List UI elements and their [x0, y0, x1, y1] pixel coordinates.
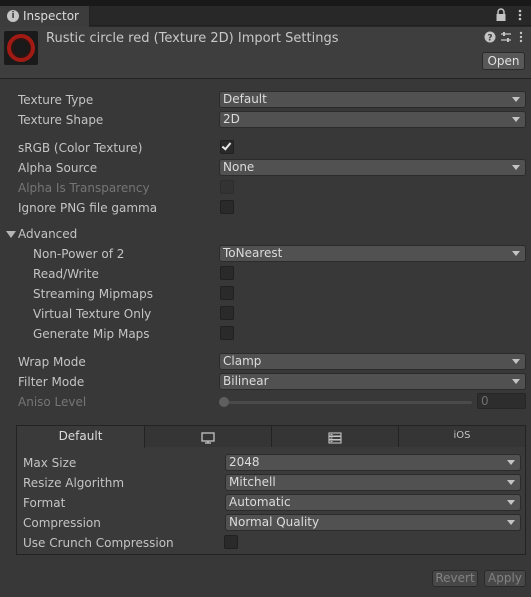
format-label: Format: [23, 496, 66, 510]
texture-shape-value: 2D: [223, 112, 240, 126]
chevron-down-icon: [512, 117, 520, 122]
chevron-down-icon: [512, 251, 520, 256]
texture-type-dropdown[interactable]: Default: [219, 91, 526, 108]
alpha-transparency-checkbox: [220, 180, 234, 194]
alpha-source-value: None: [223, 160, 255, 174]
tab-server[interactable]: [272, 426, 399, 447]
tab-default-label: Default: [58, 429, 103, 443]
texture-type-label: Texture Type: [18, 93, 94, 107]
checkmark-icon: [221, 140, 232, 151]
tab-title: Inspector: [23, 9, 79, 23]
non-power-of-2-value: ToNearest: [223, 246, 283, 260]
use-crunch-checkbox[interactable]: [224, 535, 238, 549]
platform-tab-bar: Default iOS: [17, 426, 525, 448]
aniso-level-slider-thumb: [219, 397, 229, 407]
resize-algorithm-dropdown[interactable]: Mitchell: [225, 474, 521, 491]
format-value: Automatic: [229, 495, 291, 509]
ignore-png-gamma-checkbox[interactable]: [220, 200, 234, 214]
chevron-down-icon: [512, 359, 520, 364]
aniso-level-slider-track: [224, 401, 472, 404]
kebab-menu-icon[interactable]: [515, 31, 527, 43]
compression-label: Compression: [23, 516, 101, 530]
max-size-label: Max Size: [23, 456, 77, 470]
tab-standalone[interactable]: [145, 426, 272, 447]
generate-mip-maps-label: Generate Mip Maps: [33, 327, 150, 341]
chevron-down-icon: [512, 97, 520, 102]
texture-thumbnail: [4, 31, 38, 65]
advanced-foldout-label[interactable]: Advanced: [18, 227, 77, 241]
ignore-png-gamma-label: Ignore PNG file gamma: [18, 201, 158, 215]
virtual-texture-label: Virtual Texture Only: [33, 307, 152, 321]
srgb-label: sRGB (Color Texture): [18, 141, 143, 155]
apply-button[interactable]: Apply: [484, 570, 526, 587]
virtual-texture-checkbox[interactable]: [220, 306, 234, 320]
alpha-source-dropdown[interactable]: None: [219, 159, 526, 176]
chevron-down-icon: [507, 500, 515, 505]
max-size-dropdown[interactable]: 2048: [225, 454, 521, 471]
format-dropdown[interactable]: Automatic: [225, 494, 521, 511]
monitor-icon: [201, 430, 215, 450]
chevron-down-icon: [512, 379, 520, 384]
sliders-icon[interactable]: [500, 31, 512, 43]
tab-default[interactable]: Default: [17, 426, 145, 448]
compression-value: Normal Quality: [229, 515, 320, 529]
texture-shape-label: Texture Shape: [18, 113, 104, 127]
revert-button[interactable]: Revert: [432, 570, 478, 587]
use-crunch-label: Use Crunch Compression: [23, 536, 174, 550]
tab-inspector[interactable]: i Inspector: [0, 6, 90, 27]
resize-algorithm-value: Mitchell: [229, 475, 276, 489]
open-button[interactable]: Open: [482, 52, 525, 70]
read-write-checkbox[interactable]: [220, 266, 234, 280]
wrap-mode-dropdown[interactable]: Clamp: [219, 353, 526, 370]
texture-shape-dropdown[interactable]: 2D: [219, 111, 526, 128]
non-power-of-2-dropdown[interactable]: ToNearest: [219, 245, 526, 262]
aniso-level-field: 0: [477, 393, 526, 409]
chevron-down-icon: [507, 480, 515, 485]
srgb-checkbox[interactable]: [220, 140, 234, 154]
tab-ios-label: iOS: [453, 430, 471, 441]
generate-mip-maps-checkbox[interactable]: [220, 326, 234, 340]
chevron-down-icon: [512, 165, 520, 170]
alpha-transparency-label: Alpha Is Transparency: [18, 181, 150, 195]
foldout-arrow-icon[interactable]: [6, 231, 16, 238]
server-icon: [328, 430, 342, 450]
info-icon: i: [7, 10, 19, 22]
lock-icon[interactable]: [495, 8, 509, 24]
kebab-menu-icon[interactable]: [514, 8, 528, 24]
chevron-down-icon: [507, 520, 515, 525]
tab-ios[interactable]: iOS: [399, 426, 525, 447]
wrap-mode-value: Clamp: [223, 354, 262, 368]
platform-settings-box: Default iOS Max Size 2048 Resize Algorit…: [16, 425, 526, 555]
compression-dropdown[interactable]: Normal Quality: [225, 514, 521, 531]
svg-text:?: ?: [487, 34, 492, 44]
inspector-panel: Rustic circle red (Texture 2D) Import Se…: [0, 27, 531, 597]
aniso-level-label: Aniso Level: [18, 395, 87, 409]
max-size-value: 2048: [229, 455, 260, 469]
chevron-down-icon: [507, 460, 515, 465]
alpha-source-label: Alpha Source: [18, 161, 98, 175]
texture-type-value: Default: [223, 92, 267, 106]
read-write-label: Read/Write: [33, 267, 99, 281]
circle-texture-preview: [7, 34, 35, 62]
non-power-of-2-label: Non-Power of 2: [33, 247, 125, 261]
filter-mode-label: Filter Mode: [18, 375, 85, 389]
tab-bar: i Inspector: [0, 6, 531, 27]
inspector-header: Rustic circle red (Texture 2D) Import Se…: [0, 27, 531, 79]
resize-algorithm-label: Resize Algorithm: [23, 476, 125, 490]
streaming-mipmaps-label: Streaming Mipmaps: [33, 287, 154, 301]
streaming-mipmaps-checkbox[interactable]: [220, 286, 234, 300]
wrap-mode-label: Wrap Mode: [18, 355, 86, 369]
filter-mode-value: Bilinear: [223, 374, 269, 388]
header-title: Rustic circle red (Texture 2D) Import Se…: [46, 31, 339, 46]
help-icon[interactable]: ?: [484, 31, 496, 44]
filter-mode-dropdown[interactable]: Bilinear: [219, 373, 526, 390]
